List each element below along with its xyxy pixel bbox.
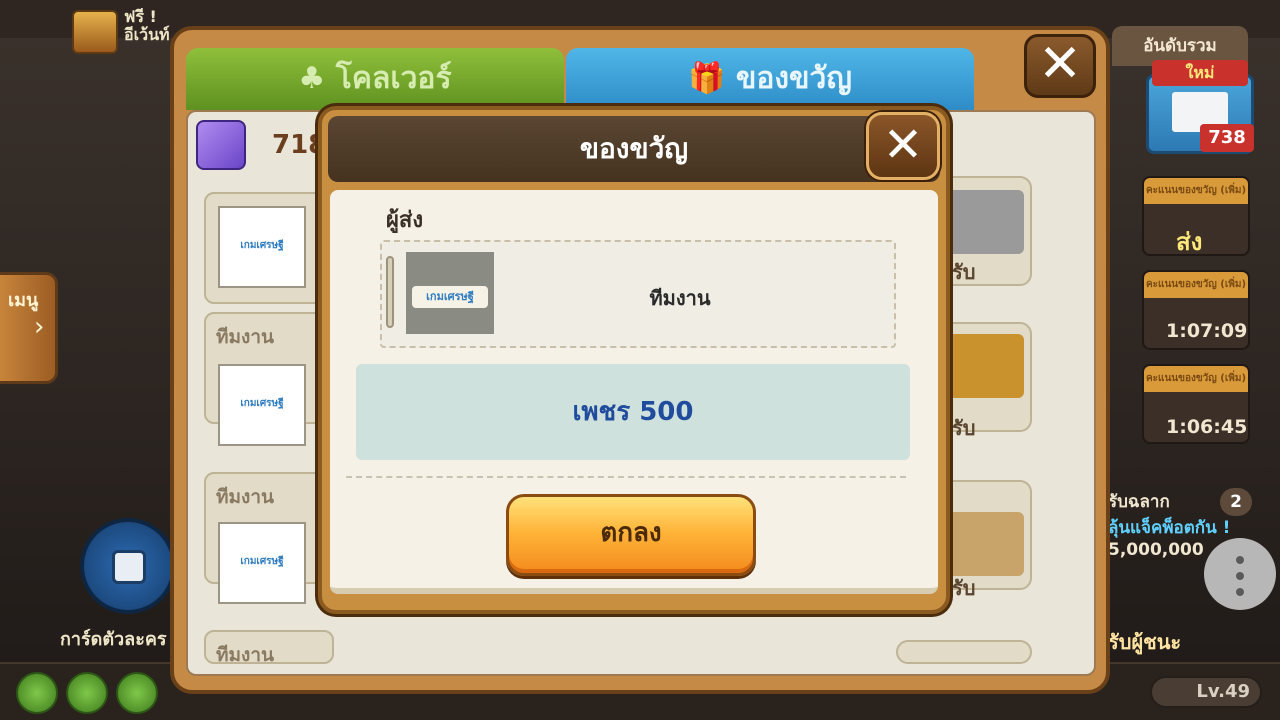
cube-item-icon (948, 190, 1024, 254)
tab-clover[interactable]: ♣ โคลเวอร์ (186, 48, 564, 110)
event-label: อีเว้นท์ (124, 25, 170, 44)
clover-icon (16, 672, 58, 714)
key-count-badge: 2 (1220, 488, 1252, 516)
dot-icon (1236, 572, 1244, 580)
list-sender-name: ทีมงาน (216, 644, 274, 666)
dot-icon (1236, 556, 1244, 564)
dot-icon (1236, 588, 1244, 596)
divider (346, 476, 906, 478)
reward-text: เพชร 500 (572, 397, 694, 427)
tab-gift[interactable]: 🎁 ของขวัญ (566, 48, 974, 110)
free-event-label[interactable]: ฟรี ! อีเว้นท์ (124, 8, 170, 44)
side-menu-label: เมนู (8, 290, 39, 311)
treasure-item-icon (948, 512, 1024, 576)
character-card-label: การ์ดตัวละคร (60, 629, 167, 650)
sender-thumbnail: เกมเศรษฐี (218, 364, 306, 446)
gift-slot-header: คะแนนของขวัญ (เพิ่ม) (1144, 366, 1248, 392)
slot-timer: 1:07:09 (1166, 320, 1248, 342)
game-logo: เกมเศรษฐี (240, 398, 284, 409)
lottery-label: รับฉลาก (1108, 492, 1170, 512)
gift-slot-header: คะแนนของขวัญ (เพิ่ม) (1144, 178, 1248, 204)
gift-box-icon (196, 120, 246, 170)
chevron-right-icon: › (34, 312, 45, 342)
receive-label: รับ (952, 260, 976, 284)
receive-label: รับ (952, 576, 976, 600)
dialog-close-button[interactable]: ✕ (866, 112, 940, 180)
game-logo: เกมเศรษฐี (412, 286, 488, 308)
list-sender-name: ทีมงาน (216, 326, 274, 348)
player-level: Lv.49 (1150, 676, 1262, 708)
slot-timer: 1:06:45 (1166, 416, 1248, 438)
jackpot-label: ลุ้นแจ็คพ็อตกัน ! (1108, 518, 1231, 538)
game-logo: เกมเศรษฐี (240, 556, 284, 567)
receive-label: รับ (952, 416, 976, 440)
sender-thumbnail: เกมเศรษฐี (218, 206, 306, 288)
side-menu-button[interactable] (0, 272, 58, 384)
game-logo: เกมเศรษฐี (240, 240, 284, 251)
list-sender-name: ทีมงาน (216, 486, 274, 508)
mail-count-badge: 738 (1200, 124, 1254, 152)
clover-icon (116, 672, 158, 714)
gift-slot-header: คะแนนของขวัญ (เพิ่ม) (1144, 272, 1248, 298)
new-badge: ใหม่ (1152, 60, 1248, 86)
sender-label: ผู้ส่ง (386, 208, 424, 233)
profile-card-icon (112, 550, 146, 584)
send-label: ส่ง (1176, 228, 1203, 256)
treasure-chest-icon[interactable] (72, 10, 118, 54)
sender-thumbnail: เกมเศรษฐี (218, 522, 306, 604)
panel-close-button[interactable]: ✕ (1024, 34, 1096, 98)
winner-label: รับผู้ชนะ (1108, 630, 1182, 654)
receive-button[interactable] (896, 640, 1032, 664)
ok-button-label: ตกลง (600, 518, 662, 548)
clover-icon (66, 672, 108, 714)
sender-name: ทีมงาน (649, 286, 711, 310)
scroll-handle-icon (386, 256, 394, 328)
jackpot-amount: 5,000,000 (1108, 540, 1204, 560)
gold-cube-item-icon (948, 334, 1024, 398)
free-label: ฟรี ! (124, 7, 157, 26)
dialog-title: ของขวัญ (579, 132, 689, 165)
